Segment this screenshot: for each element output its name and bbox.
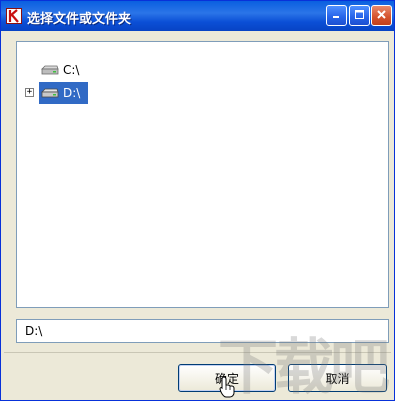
minimize-button[interactable] (326, 5, 347, 26)
window-title: 选择文件或文件夹 (27, 12, 132, 27)
folder-tree[interactable]: C:\ + D:\ (16, 41, 389, 308)
close-icon (376, 9, 387, 23)
maximize-button[interactable] (349, 5, 370, 26)
close-button[interactable] (371, 5, 392, 26)
title-bar[interactable]: 选择文件或文件夹 (1, 1, 394, 31)
app-icon (6, 8, 22, 24)
drive-icon (41, 87, 59, 99)
drive-icon (41, 64, 59, 76)
tree-item-label: C:\ (63, 63, 80, 77)
dialog-window: 选择文件或文件夹 C:\ + D:\ D:\ 确定 取消 下载吧 (0, 0, 395, 401)
dialog-body: C:\ + D:\ D:\ 确定 取消 (4, 31, 391, 398)
maximize-icon (354, 9, 365, 23)
hand-cursor-icon (219, 376, 237, 400)
tree-item-d-drive[interactable]: D:\ (39, 82, 88, 104)
divider (4, 352, 391, 353)
minimize-icon (331, 9, 342, 23)
tree-item-label: D:\ (63, 86, 81, 100)
cancel-button[interactable]: 取消 (288, 364, 387, 392)
tree-item-c-drive[interactable]: C:\ (41, 59, 79, 81)
expand-toggle[interactable]: + (25, 88, 34, 97)
path-field[interactable]: D:\ (16, 319, 389, 343)
